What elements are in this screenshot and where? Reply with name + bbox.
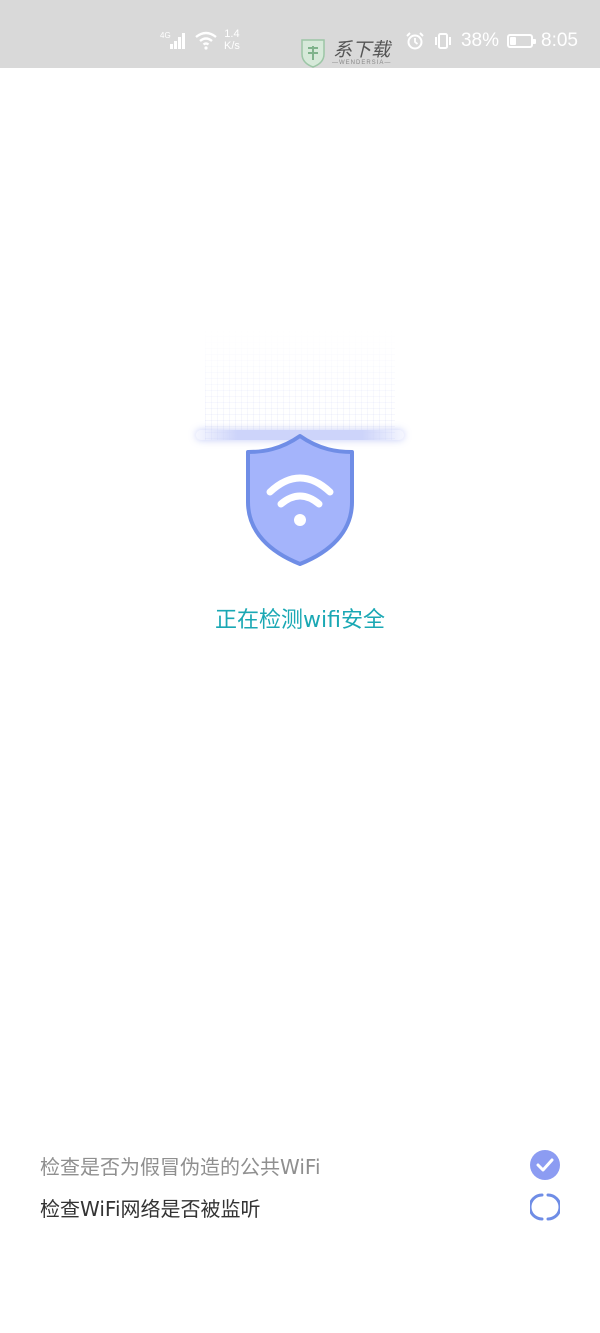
check-label: 检查WiFi网络是否被监听 — [40, 1196, 261, 1221]
spinner-icon — [530, 1193, 560, 1221]
status-bar: 4G 1.4 K/s 系下载 —WENDERSIA— 38% 8:05 — [0, 0, 600, 68]
watermark-logo: 系下载 —WENDERSIA— — [300, 38, 391, 68]
watermark-text: 系下载 —WENDERSIA— — [332, 40, 391, 66]
battery-icon — [507, 34, 537, 48]
check-item-wifi-monitoring: 检查WiFi网络是否被监听 — [40, 1192, 560, 1222]
scan-status-title: 正在检测wifi安全 — [215, 608, 385, 633]
clock: 8:05 — [541, 30, 578, 51]
svg-text:4G: 4G — [160, 31, 171, 40]
screen: 4G 1.4 K/s 系下载 —WENDERSIA— 38% 8:05 正在检测… — [0, 0, 600, 1333]
check-label: 检查是否为假冒伪造的公共WiFi — [40, 1154, 321, 1179]
vibrate-icon — [434, 33, 451, 49]
network-status: 4G 1.4 K/s — [160, 28, 240, 52]
wifi-signal-icon — [195, 31, 217, 50]
watermark-main: 系下载 — [333, 39, 391, 61]
check-circle-icon — [530, 1150, 560, 1180]
watermark-sub: —WENDERSIA— — [332, 60, 392, 66]
battery-fill — [510, 37, 517, 45]
scan-grid — [205, 330, 395, 440]
network-speed: 1.4 K/s — [224, 28, 240, 52]
watermark-shield-icon — [301, 39, 325, 68]
battery-percent: 38% — [460, 30, 500, 51]
alarm-icon — [406, 32, 424, 50]
shield-wifi-icon — [246, 434, 354, 566]
cellular-signal-icon: 4G — [160, 31, 185, 49]
speed-value: 1.4 — [224, 28, 240, 40]
system-indicators: 38% 8:05 — [405, 30, 578, 52]
check-item-fake-wifi: 检查是否为假冒伪造的公共WiFi — [40, 1150, 560, 1180]
speed-unit: K/s — [224, 40, 240, 52]
